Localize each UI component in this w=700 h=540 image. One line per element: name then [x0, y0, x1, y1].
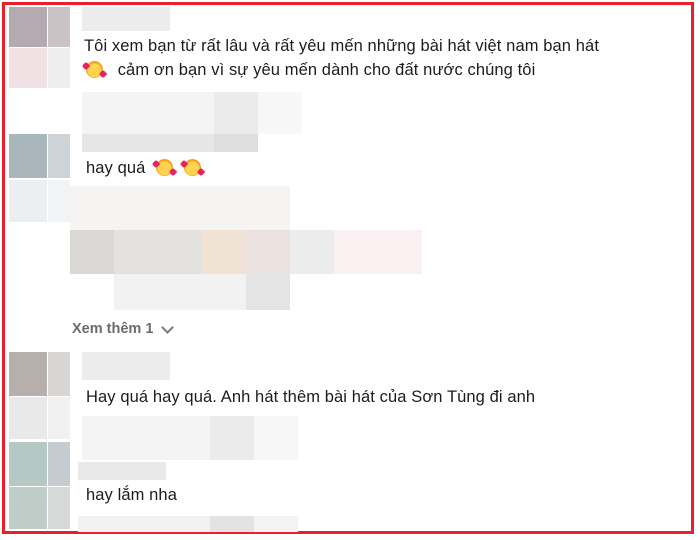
avatar	[9, 487, 47, 529]
comment-text: hay quá	[86, 159, 201, 178]
reply-block-blurred	[258, 92, 302, 134]
meta-row-blurred	[214, 134, 258, 152]
avatar	[48, 180, 70, 222]
avatar	[48, 487, 70, 529]
author-name-blurred[interactable]	[82, 7, 170, 31]
avatar[interactable]	[9, 134, 47, 178]
avatar	[9, 48, 47, 88]
avatar	[48, 442, 70, 486]
avatar[interactable]	[9, 352, 47, 396]
attachment-blurred	[114, 274, 246, 310]
avatar	[9, 180, 47, 222]
meta-row-blurred	[82, 134, 214, 152]
avatar	[48, 7, 70, 47]
meta-row-blurred	[210, 516, 254, 532]
attachment-blurred	[202, 230, 246, 274]
comment-text: Tôi xem bạn từ rất lâu và rất yêu mến nh…	[84, 37, 600, 55]
avatar	[48, 352, 70, 396]
author-name-blurred[interactable]	[78, 462, 166, 480]
reply-block-blurred	[254, 416, 298, 460]
avatar[interactable]	[9, 7, 47, 47]
reply-block-blurred	[214, 92, 258, 134]
smiling-face-with-hearts-icon	[183, 159, 201, 176]
avatar	[48, 397, 70, 439]
attachment-blurred	[70, 186, 290, 230]
avatar	[48, 134, 70, 178]
author-name-blurred[interactable]	[82, 352, 170, 380]
attachment-blurred	[114, 230, 202, 274]
reply-block-blurred	[82, 92, 214, 134]
smiling-face-with-hearts-icon	[156, 159, 174, 176]
meta-row-blurred	[254, 516, 298, 532]
avatar[interactable]	[9, 442, 47, 486]
meta-row-blurred	[78, 516, 210, 532]
attachment-blurred	[70, 230, 114, 274]
see-more-replies-link[interactable]: Xem thêm 1	[72, 320, 175, 337]
smiling-face-with-hearts-icon	[86, 61, 103, 78]
avatar	[48, 48, 70, 88]
attachment-blurred	[334, 230, 422, 274]
reply-block-blurred	[210, 416, 254, 460]
chevron-down-icon	[161, 320, 175, 334]
comment-text: hay lắm nha	[86, 486, 177, 504]
comment-text-line-2: cảm ơn bạn vì sự yêu mến dành cho đất nư…	[86, 61, 535, 80]
attachment-blurred	[246, 230, 290, 274]
comment-text: Hay quá hay quá. Anh hát thêm bài hát củ…	[86, 388, 536, 406]
reply-block-blurred	[82, 416, 210, 460]
attachment-blurred	[290, 230, 334, 274]
avatar	[9, 397, 47, 439]
attachment-blurred	[246, 274, 290, 310]
